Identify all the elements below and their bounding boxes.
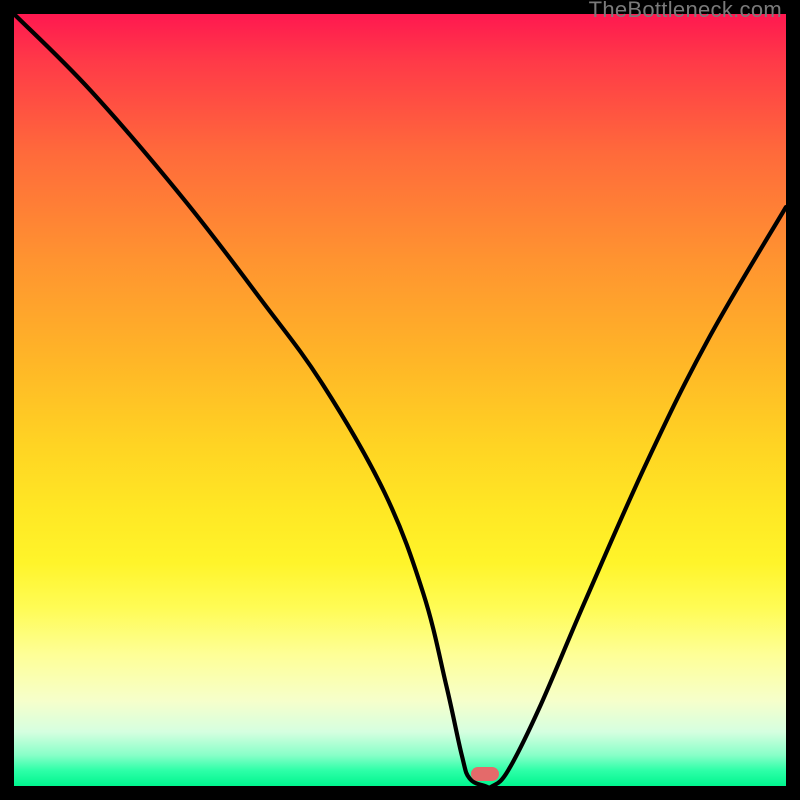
bottleneck-curve: [14, 14, 786, 786]
chart-frame: TheBottleneck.com: [0, 0, 800, 800]
watermark-text: TheBottleneck.com: [589, 0, 782, 20]
plot-area: [14, 14, 786, 786]
optimal-marker: [471, 767, 499, 781]
